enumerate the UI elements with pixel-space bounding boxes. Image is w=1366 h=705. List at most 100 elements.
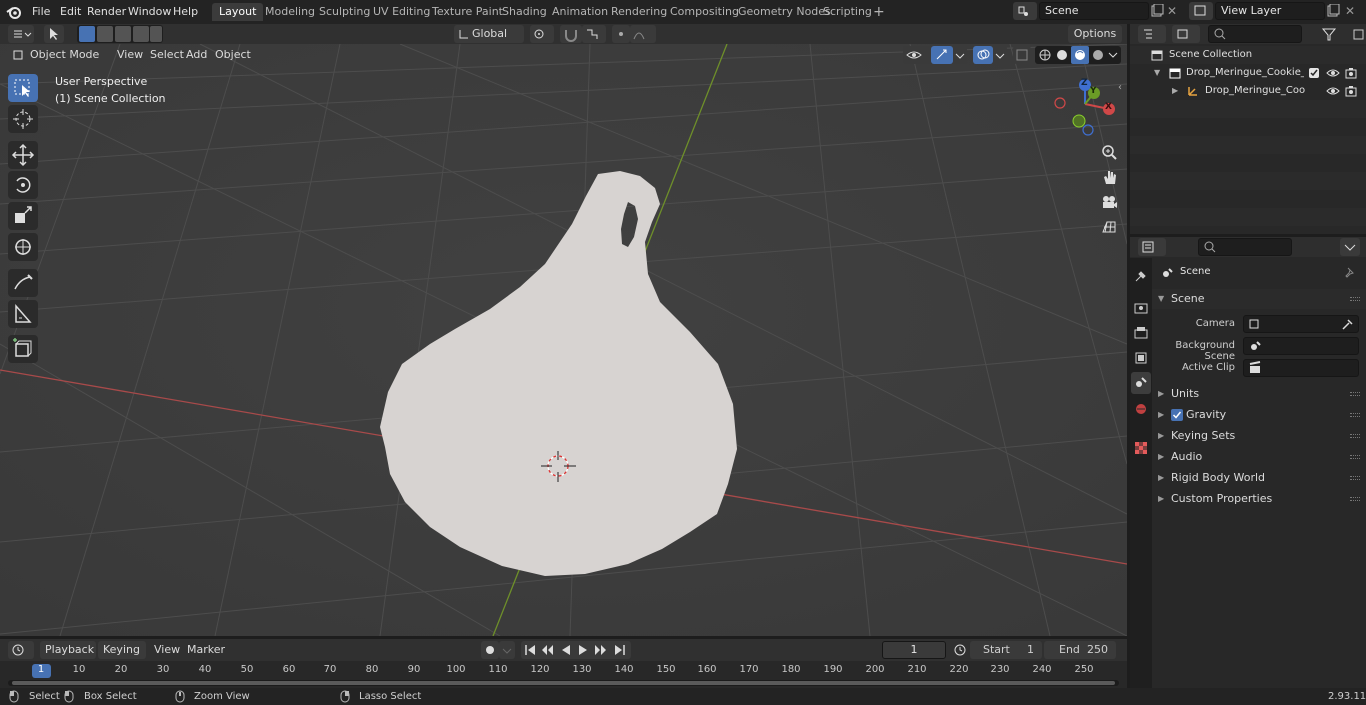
custom-properties-panel-header[interactable]: ▶ Custom Properties <box>1152 489 1366 509</box>
drag-handle-icon[interactable] <box>1350 413 1360 417</box>
overlays-toggle-icon[interactable] <box>973 46 993 64</box>
menu-help[interactable]: Help <box>169 4 202 20</box>
jump-end-icon[interactable] <box>613 643 627 657</box>
marker-menu[interactable]: Marker <box>182 641 230 658</box>
select-tool-icon[interactable] <box>44 25 64 43</box>
editor-type-icon[interactable] <box>8 25 34 43</box>
tool-add-cube[interactable] <box>8 335 38 363</box>
view-layer-tab-icon[interactable] <box>1133 350 1149 366</box>
pivot-point-icon[interactable] <box>530 25 554 43</box>
view-layer-field[interactable]: View Layer <box>1215 2 1325 20</box>
play-icon[interactable] <box>576 643 590 657</box>
set-selection-icon[interactable] <box>79 26 95 42</box>
new-collection-icon[interactable] <box>1352 27 1366 41</box>
texture-tab-icon[interactable] <box>1133 440 1149 456</box>
timeline-editor-type-icon[interactable] <box>8 641 34 659</box>
scene-name-field[interactable]: Scene <box>1039 2 1149 20</box>
wireframe-shading-icon[interactable] <box>1038 48 1052 62</box>
timeline-scrollbar[interactable] <box>12 681 1115 685</box>
blender-logo-icon[interactable] <box>6 4 22 20</box>
overlays-dropdown-icon[interactable] <box>993 46 1007 64</box>
start-frame-field[interactable]: Start 1 <box>970 641 1042 659</box>
prev-keyframe-icon[interactable] <box>540 643 554 657</box>
xray-toggle-icon[interactable] <box>1013 46 1031 64</box>
snap-toggle-icon[interactable] <box>560 25 582 43</box>
object-eye-icon[interactable] <box>1326 85 1340 97</box>
zoom-view-icon[interactable] <box>1098 141 1120 163</box>
camera-render-icon[interactable] <box>1344 67 1358 79</box>
drag-handle-icon[interactable] <box>1350 297 1360 301</box>
camera-view-icon[interactable] <box>1098 191 1120 213</box>
tool-measure[interactable] <box>8 300 38 328</box>
active-clip-field[interactable] <box>1243 359 1359 377</box>
snap-target-icon[interactable] <box>582 25 606 43</box>
3d-viewport[interactable] <box>0 44 1127 636</box>
current-frame-field[interactable]: 1 <box>882 641 946 659</box>
delete-view-layer-icon[interactable]: ✕ <box>1345 4 1359 18</box>
play-reverse-icon[interactable] <box>559 643 573 657</box>
pan-view-icon[interactable] <box>1098 166 1120 188</box>
subtract-selection-icon[interactable] <box>115 26 131 42</box>
rigid-body-world-panel-header[interactable]: ▶ Rigid Body World <box>1152 468 1366 488</box>
pin-icon[interactable] <box>1343 266 1357 280</box>
audio-panel-header[interactable]: ▶ Audio <box>1152 447 1366 467</box>
new-scene-icon[interactable] <box>1150 4 1164 18</box>
playback-menu[interactable]: Playback <box>40 641 96 659</box>
tool-rotate[interactable] <box>8 171 38 199</box>
extend-selection-icon[interactable] <box>97 26 113 42</box>
background-scene-field[interactable] <box>1243 337 1359 355</box>
proportional-edit-icon[interactable] <box>612 25 630 43</box>
tool-cursor[interactable] <box>8 105 38 133</box>
add-workspace-button[interactable]: + <box>866 3 892 21</box>
navigation-gizmo[interactable]: Z X Y <box>1050 74 1122 140</box>
menu-file[interactable]: File <box>28 4 54 20</box>
outliner-row-collection[interactable]: ▼ Drop_Meringue_Cookie_Cara <box>1130 64 1366 82</box>
drag-handle-icon[interactable] <box>1350 476 1360 480</box>
units-panel-header[interactable]: ▶ Units <box>1152 384 1366 404</box>
gravity-checkbox[interactable] <box>1171 409 1183 421</box>
end-frame-field[interactable]: End 250 <box>1044 641 1116 659</box>
camera-field[interactable] <box>1243 315 1359 333</box>
gizmo-dropdown-icon[interactable] <box>953 46 967 64</box>
sidebar-collapse-icon[interactable]: ‹ <box>1118 82 1122 93</box>
tool-move[interactable] <box>8 141 38 169</box>
outliner-row-scene-collection[interactable]: Scene Collection <box>1130 46 1366 64</box>
scene-tab-icon[interactable] <box>1131 372 1151 394</box>
drag-handle-icon[interactable] <box>1350 392 1360 396</box>
viewport-menu-object[interactable]: Object <box>210 46 256 63</box>
output-tab-icon[interactable] <box>1133 325 1149 341</box>
drag-handle-icon[interactable] <box>1350 497 1360 501</box>
properties-editor-type-icon[interactable] <box>1138 238 1166 256</box>
drag-handle-icon[interactable] <box>1350 434 1360 438</box>
outliner-row-object[interactable]: ▶ Drop_Meringue_Cookie_( <box>1130 82 1366 100</box>
record-options-icon[interactable] <box>499 641 515 659</box>
tool-tab-icon[interactable] <box>1133 268 1149 284</box>
jump-start-icon[interactable] <box>523 643 537 657</box>
intersect-selection-icon[interactable] <box>150 26 162 42</box>
viewport-menu-add[interactable]: Add <box>181 46 212 63</box>
record-icon[interactable] <box>481 641 499 659</box>
tool-select-box[interactable] <box>8 74 38 102</box>
preview-range-icon[interactable] <box>953 643 967 657</box>
gizmo-toggle-icon[interactable] <box>931 46 953 64</box>
gravity-panel-header[interactable]: ▶ Gravity <box>1152 405 1366 425</box>
display-mode-icon[interactable] <box>1172 25 1200 43</box>
world-tab-icon[interactable] <box>1133 401 1149 417</box>
shading-dropdown-icon[interactable] <box>1107 48 1119 62</box>
view-layer-icon[interactable] <box>1189 2 1213 20</box>
tool-annotate[interactable] <box>8 269 38 297</box>
tool-scale[interactable] <box>8 202 38 230</box>
outliner-search-input[interactable] <box>1208 25 1302 43</box>
scene-selector-icon[interactable] <box>1013 2 1037 20</box>
ortho-toggle-icon[interactable] <box>1098 216 1120 238</box>
properties-options-icon[interactable] <box>1340 238 1360 256</box>
options-dropdown[interactable]: Options <box>1068 25 1122 43</box>
expand-object-icon[interactable]: ▶ <box>1172 82 1178 100</box>
rendered-shading-icon[interactable] <box>1091 48 1105 62</box>
properties-search-input[interactable] <box>1198 238 1292 256</box>
invert-selection-icon[interactable] <box>133 26 149 42</box>
outliner-editor-type-icon[interactable] <box>1138 25 1166 43</box>
timeline-scrollbar-track[interactable] <box>8 680 1119 686</box>
tool-transform[interactable] <box>8 233 38 261</box>
timeline-view-menu[interactable]: View <box>149 641 185 658</box>
